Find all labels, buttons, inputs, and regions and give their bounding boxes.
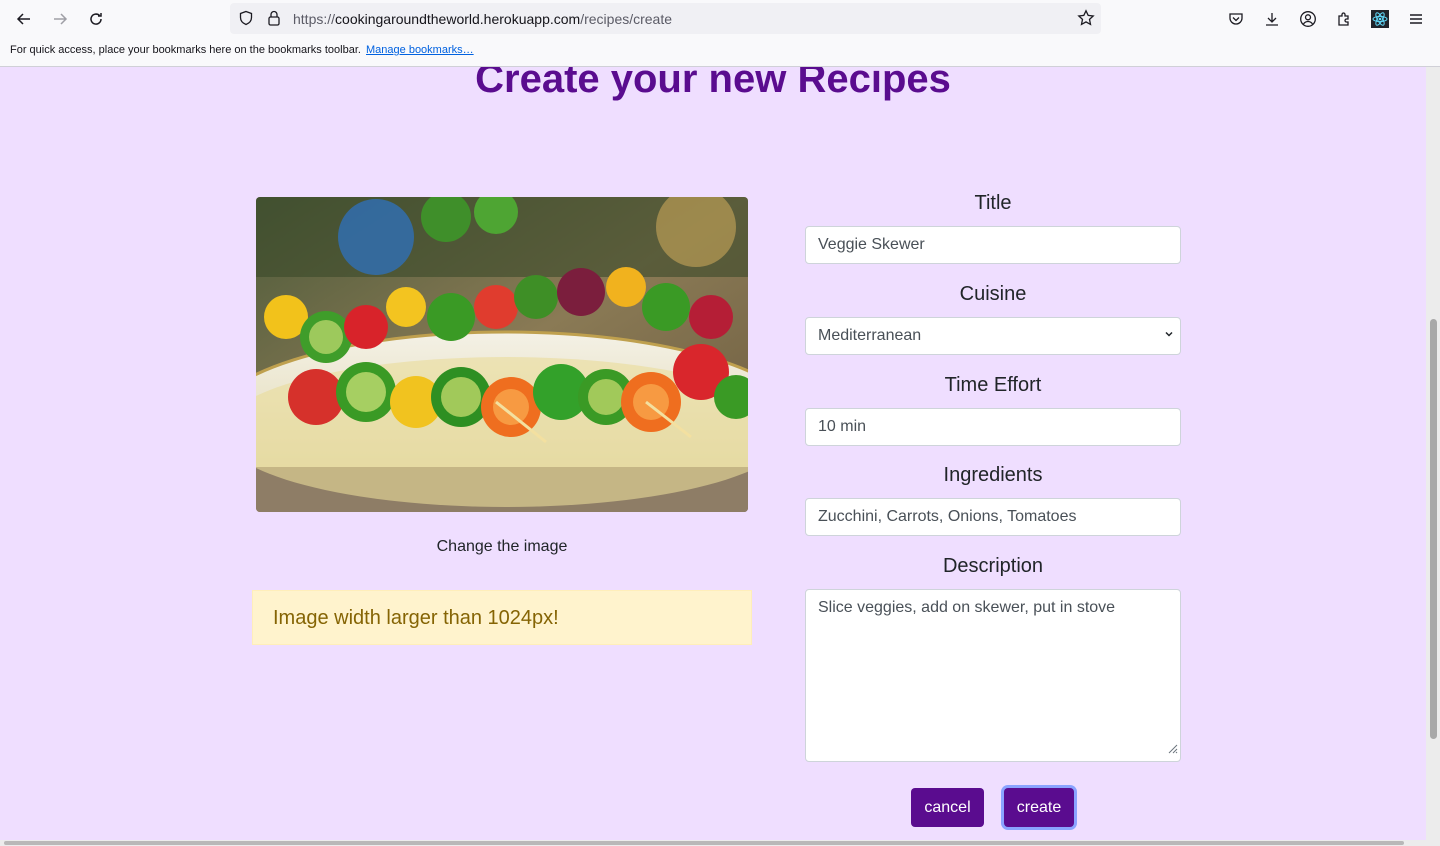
create-button[interactable]: create <box>1004 788 1074 827</box>
image-size-alert: Image width larger than 1024px! <box>252 590 752 645</box>
menu-icon[interactable] <box>1404 7 1428 31</box>
reload-icon[interactable] <box>82 5 110 33</box>
time-effort-label: Time Effort <box>944 374 1042 396</box>
url-text[interactable]: https://cookingaroundtheworld.herokuapp.… <box>293 11 672 27</box>
manage-bookmarks-link[interactable]: Manage bookmarks… <box>366 44 474 56</box>
title-label: Title <box>974 192 1012 214</box>
vertical-scrollbar-thumb[interactable] <box>1430 319 1437 739</box>
url-host: cookingaroundtheworld.herokuapp.com <box>335 11 581 27</box>
shield-icon[interactable] <box>238 10 254 31</box>
url-bar[interactable]: https://cookingaroundtheworld.herokuapp.… <box>230 3 1101 34</box>
page-title: Create your new Recipes <box>475 67 951 101</box>
bookmarks-toolbar: For quick access, place your bookmarks h… <box>0 38 1440 67</box>
chevron-down-icon <box>1164 329 1174 342</box>
react-devtools-icon[interactable] <box>1368 7 1392 31</box>
pocket-icon[interactable] <box>1224 7 1248 31</box>
ingredients-input[interactable]: Zucchini, Carrots, Onions, Tomatoes <box>805 498 1181 536</box>
horizontal-scrollbar-thumb[interactable] <box>4 841 1404 845</box>
browser-toolbar: https://cookingaroundtheworld.herokuapp.… <box>0 0 1440 38</box>
extensions-icon[interactable] <box>1332 7 1356 31</box>
title-input[interactable]: Veggie Skewer <box>805 226 1181 264</box>
change-image-link[interactable]: Change the image <box>256 538 748 556</box>
cuisine-select-value: Mediterranean <box>818 327 922 344</box>
back-icon[interactable] <box>10 5 38 33</box>
download-icon[interactable] <box>1260 7 1284 31</box>
horizontal-scrollbar[interactable] <box>0 840 1426 846</box>
vertical-scrollbar[interactable] <box>1426 67 1440 846</box>
description-label: Description <box>942 555 1044 577</box>
url-path: /recipes/create <box>580 11 673 27</box>
bookmark-star-icon[interactable] <box>1077 9 1095 32</box>
lock-icon[interactable] <box>266 9 282 32</box>
cuisine-select[interactable]: Mediterranean <box>805 317 1181 355</box>
resize-handle-icon[interactable] <box>1166 741 1178 759</box>
forward-icon[interactable] <box>46 5 74 33</box>
ingredients-label: Ingredients <box>943 464 1043 486</box>
description-text: Slice veggies, add on skewer, put in sto… <box>818 599 1116 616</box>
bookmarks-message: For quick access, place your bookmarks h… <box>10 44 361 56</box>
cuisine-label: Cuisine <box>959 283 1027 305</box>
cancel-button[interactable]: cancel <box>911 788 984 827</box>
recipe-image <box>256 197 748 512</box>
url-scheme: https:// <box>293 11 336 27</box>
page-content: Create your new Recipes Change the image… <box>0 67 1426 846</box>
account-icon[interactable] <box>1296 7 1320 31</box>
time-effort-input[interactable]: 10 min <box>805 408 1181 446</box>
description-textarea[interactable]: Slice veggies, add on skewer, put in sto… <box>805 589 1181 762</box>
